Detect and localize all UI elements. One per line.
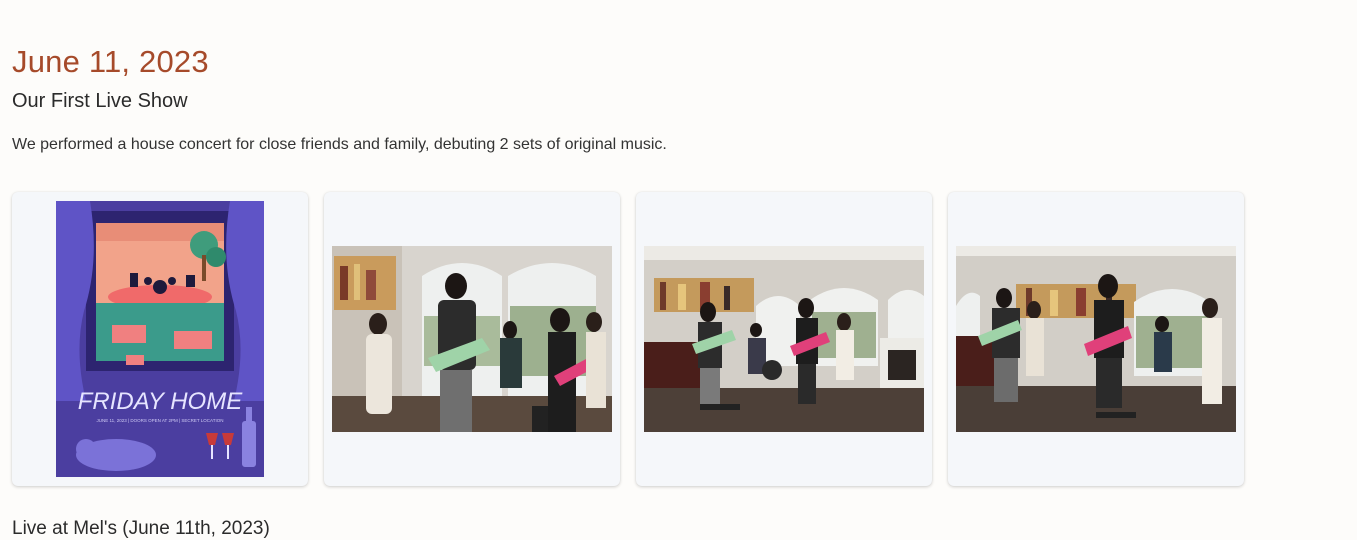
event-date: June 11, 2023	[12, 44, 209, 79]
event-description: We performed a house concert for close f…	[12, 136, 667, 153]
gallery-item-photo-2[interactable]	[636, 192, 932, 486]
gallery-item-photo-1[interactable]	[324, 192, 620, 486]
gallery-item-poster[interactable]: FRIDAY HOME JUNE 11, 2023 | DOORS OPEN A…	[12, 192, 308, 486]
photo-gallery: FRIDAY HOME JUNE 11, 2023 | DOORS OPEN A…	[12, 192, 1244, 486]
gallery-item-photo-3[interactable]	[948, 192, 1244, 486]
band-performance-photo	[332, 246, 612, 432]
event-title: Our First Live Show	[12, 90, 188, 112]
friday-home-poster-image: FRIDAY HOME JUNE 11, 2023 | DOORS OPEN A…	[56, 201, 264, 477]
poster-headline: FRIDAY HOME	[78, 388, 243, 415]
poster-fineprint: JUNE 11, 2023 | DOORS OPEN AT 2PM | SECR…	[97, 418, 224, 423]
band-performance-photo	[956, 246, 1236, 432]
band-performance-photo	[644, 246, 924, 432]
next-section-heading: Live at Mel's (June 11th, 2023)	[12, 518, 270, 539]
